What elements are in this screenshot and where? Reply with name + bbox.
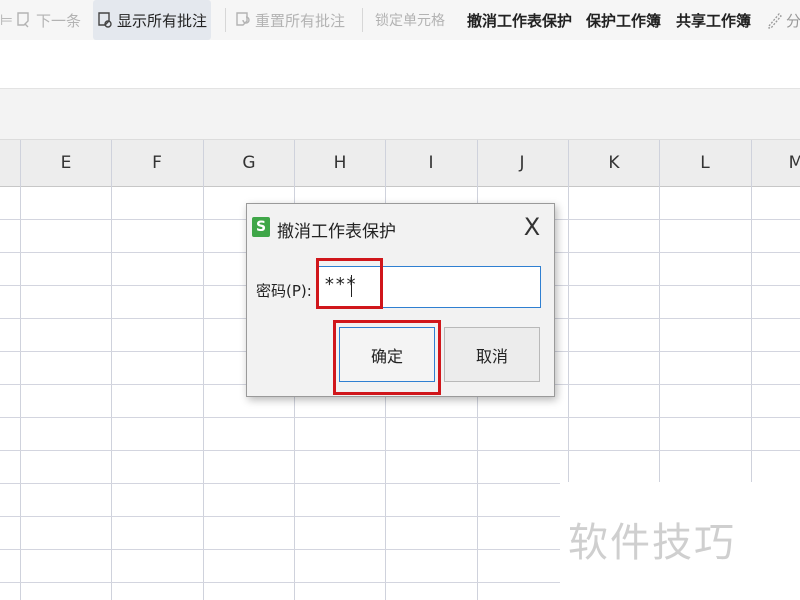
column-header-j[interactable]: J <box>492 140 552 186</box>
unprotect-sheet-label: 撤消工作表保护 <box>467 11 573 30</box>
password-label: 密码(P): <box>256 282 312 300</box>
column-header-i[interactable]: I <box>401 140 461 186</box>
show-comments-icon <box>98 12 112 28</box>
column-header-m[interactable]: M <box>766 140 800 186</box>
column-header-h[interactable]: H <box>310 140 370 186</box>
share-workbook-label: 共享工作簿 <box>676 11 752 30</box>
wps-spreadsheet-icon: S <box>252 217 270 237</box>
ribbon-toolbar: ⊨ 下一条 显示所有批注 重置所有批注 锁定单元格 撤消工作表保护 保护工作簿 … <box>0 0 800 40</box>
ribbon-divider <box>225 8 226 32</box>
protect-workbook-label: 保护工作簿 <box>586 11 662 30</box>
lock-cell-label: 锁定单元格 <box>375 13 445 29</box>
close-icon[interactable]: X <box>519 213 545 241</box>
protect-workbook-button[interactable]: 保护工作簿 <box>586 0 661 40</box>
password-highlight-box <box>316 258 383 309</box>
dialog-title: 撤消工作表保护 <box>277 222 396 242</box>
grid-row-line <box>0 417 800 418</box>
column-header-f[interactable]: F <box>127 140 187 186</box>
sheet-top-gap <box>0 89 800 140</box>
next-comment-button[interactable]: 下一条 <box>16 0 81 40</box>
share-workbook-button[interactable]: 共享工作簿 <box>676 0 751 40</box>
cancel-button[interactable]: 取消 <box>444 327 540 382</box>
lock-cell-button[interactable]: 锁定单元格 <box>375 0 445 40</box>
column-header-l[interactable]: L <box>675 140 735 186</box>
grid-col-line <box>111 140 112 600</box>
formula-bar-area <box>0 40 800 89</box>
allow-edit-area-label: 分 <box>786 11 800 30</box>
show-all-comments-button[interactable]: 显示所有批注 <box>93 0 212 40</box>
reset-all-comments-label: 重置所有批注 <box>255 11 346 30</box>
edit-area-icon <box>768 13 782 29</box>
column-header-g[interactable]: G <box>219 140 279 186</box>
ribbon-divider <box>362 8 363 32</box>
prev-comment-fragment: ⊨ <box>0 11 14 29</box>
watermark-text: 软件技巧 <box>568 520 736 566</box>
unprotect-sheet-button[interactable]: 撤消工作表保护 <box>467 0 572 40</box>
show-all-comments-label: 显示所有批注 <box>117 11 208 30</box>
dialog-title-bar[interactable]: S 撤消工作表保护 X <box>247 204 554 252</box>
grid-col-line <box>203 140 204 600</box>
allow-edit-area-button[interactable]: 分 <box>766 0 800 40</box>
reset-all-comments-button[interactable]: 重置所有批注 <box>235 0 345 40</box>
column-header-k[interactable]: K <box>584 140 644 186</box>
ok-button-highlight-box <box>333 320 441 395</box>
grid-col-line <box>20 140 21 600</box>
next-comment-icon <box>17 12 29 28</box>
column-header-row: E F G H I J K L M <box>0 140 800 187</box>
column-header-e[interactable]: E <box>36 140 96 186</box>
next-comment-label: 下一条 <box>36 11 82 30</box>
reset-comments-icon <box>236 12 250 26</box>
grid-row-line <box>0 450 800 451</box>
